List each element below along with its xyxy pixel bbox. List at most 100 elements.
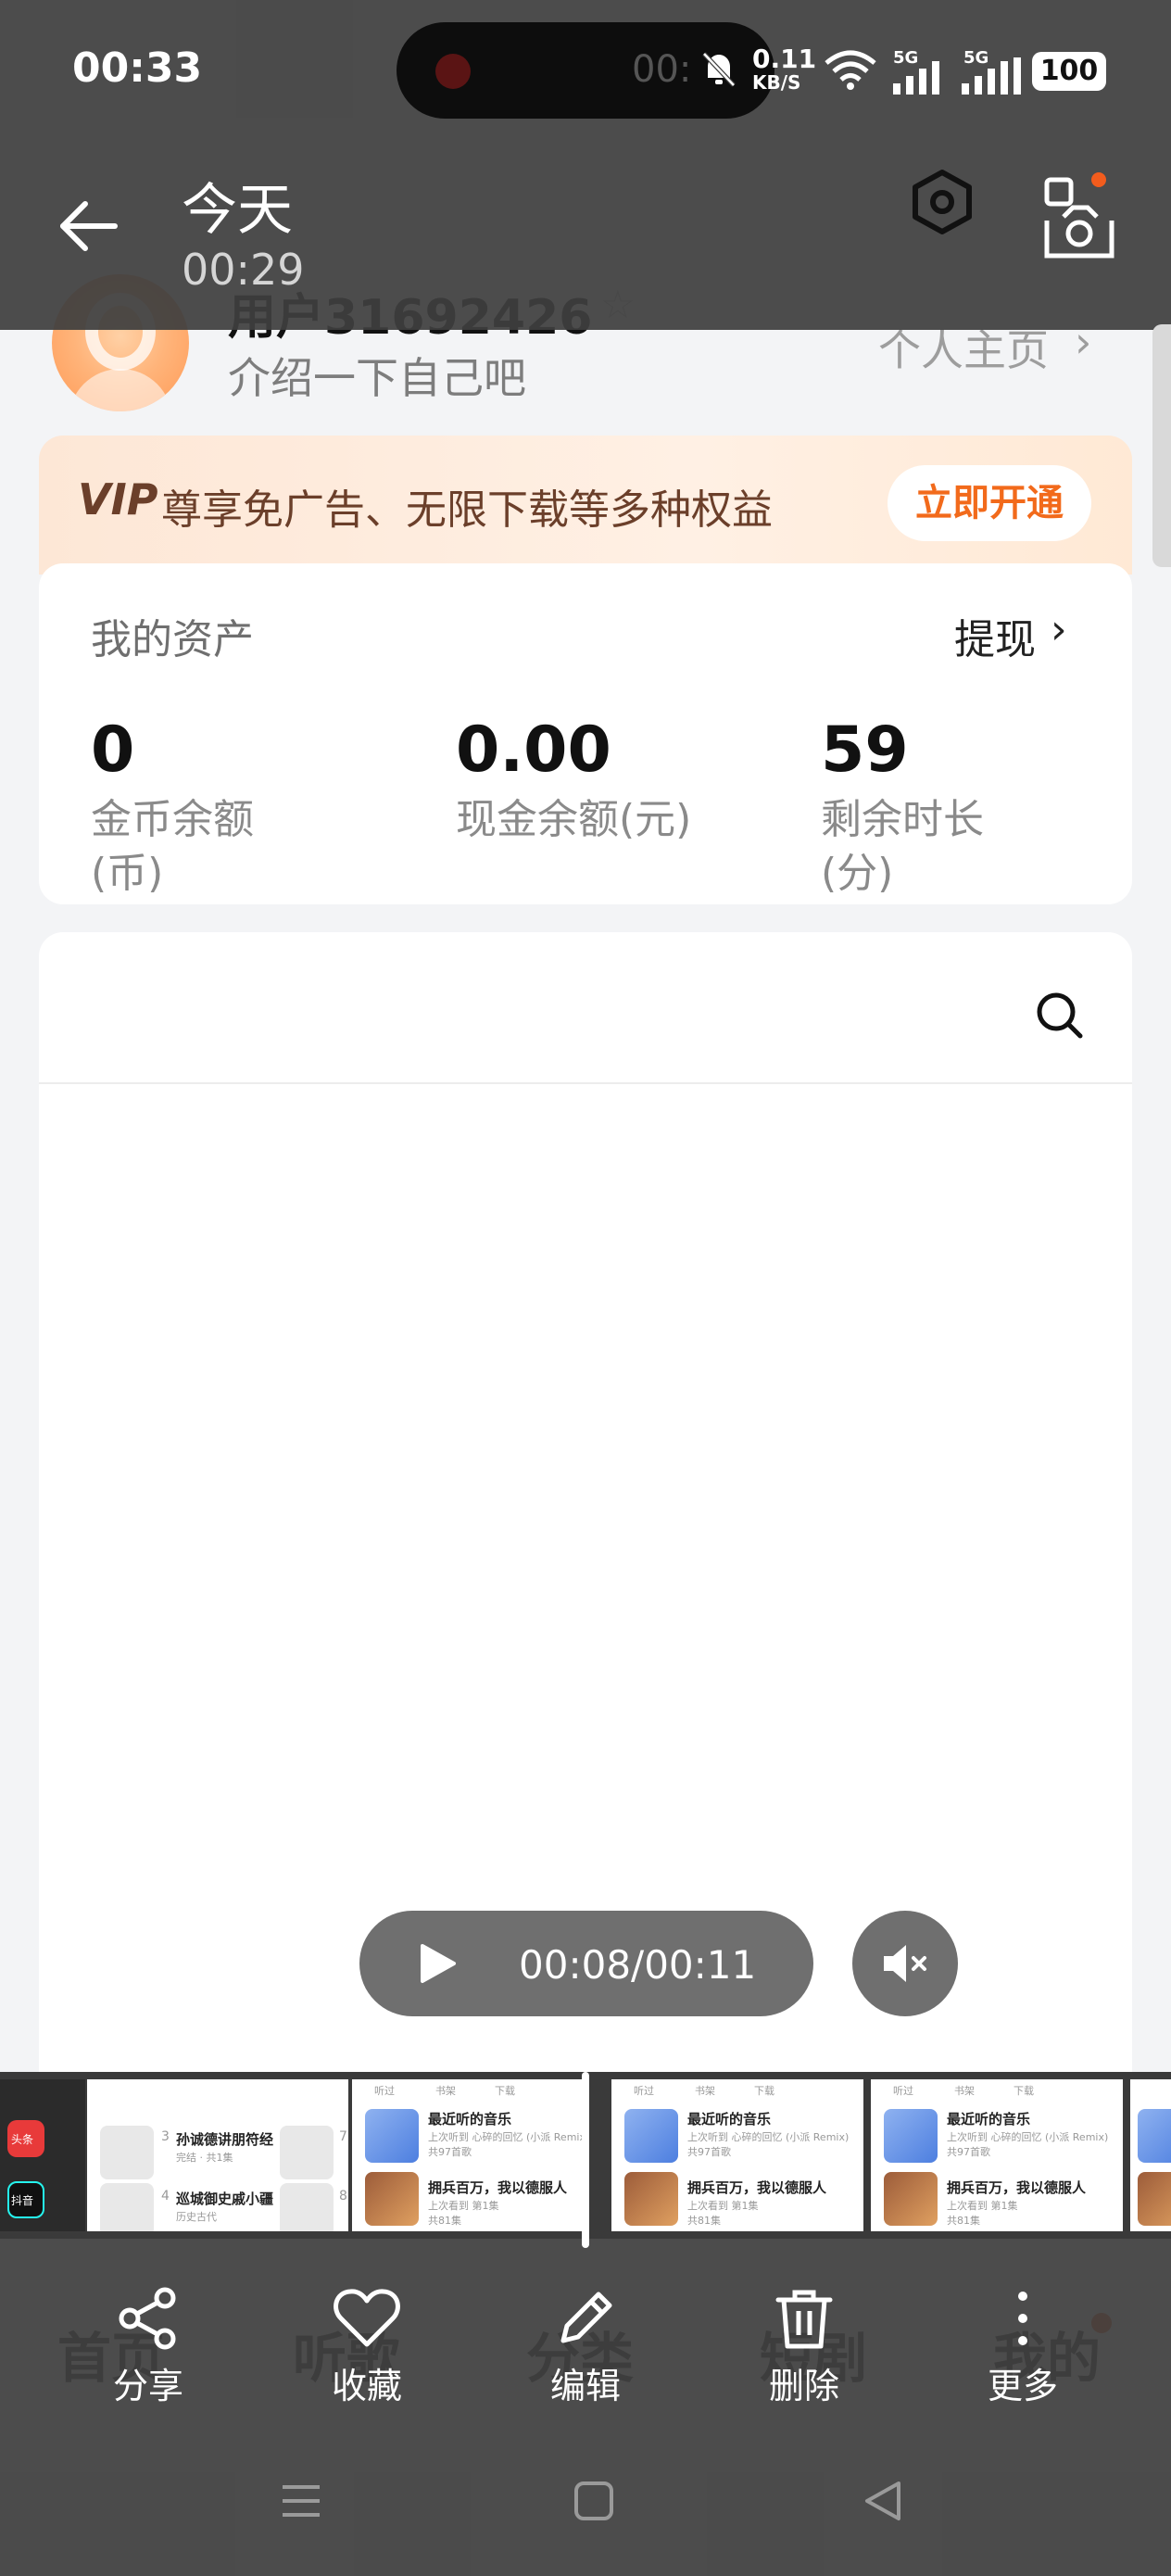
- coin-balance-value[interactable]: 0: [91, 713, 134, 787]
- home-nav-icon[interactable]: [573, 2480, 615, 2526]
- screenshot-camera-icon[interactable]: [1043, 172, 1115, 269]
- edit-label: 编辑: [549, 2366, 621, 2406]
- net-speed: 0.11 KB/S: [752, 44, 817, 94]
- row-rank: 8: [339, 2189, 347, 2203]
- film-frame: 听过 书架 下载 最近听的音乐 上次听到 心碎的回忆 (小派 Remix) 共9…: [352, 2079, 582, 2231]
- signal-bars-icon: [891, 57, 951, 98]
- row-count: 共97首歌: [687, 2146, 731, 2158]
- pencil-icon: [560, 2292, 612, 2343]
- edge-handle[interactable]: [1152, 324, 1171, 567]
- row-title: 最近听的音乐: [947, 2111, 1031, 2128]
- record-indicator-icon: [435, 54, 471, 89]
- remaining-time-label: 剩余时长 (分): [821, 793, 984, 901]
- thumbnail: [280, 2126, 334, 2179]
- back-nav-icon[interactable]: [862, 2480, 904, 2526]
- share-button[interactable]: 分享: [83, 2285, 213, 2408]
- cash-balance-value[interactable]: 0.00: [456, 713, 611, 787]
- row-title: 拥兵百万，我以德服人: [947, 2179, 1087, 2196]
- edit-button[interactable]: 编辑: [521, 2285, 650, 2408]
- film-tab: 书架: [954, 2085, 975, 2097]
- music-cover-thumbnail: [1138, 2109, 1171, 2163]
- row-rank: 4: [161, 2189, 170, 2203]
- row-count: 共81集: [687, 2215, 721, 2227]
- film-frame: 头条 抖音: [0, 2079, 85, 2231]
- battery-indicator: 100: [1032, 52, 1106, 91]
- vip-activate-button[interactable]: 立即开通: [888, 465, 1091, 541]
- coin-balance-label-line1: 金币余额: [91, 796, 254, 843]
- heart-icon: [334, 2289, 400, 2347]
- remaining-time-value[interactable]: 59: [821, 713, 909, 787]
- row-title: 巡城御史戚小疆: [176, 2191, 274, 2207]
- bell-muted-icon: [697, 46, 741, 95]
- film-frame: 听过 书架 下载 最近听的音乐 上次听到 心碎的回忆 (小派 Remix) 共9…: [611, 2079, 863, 2231]
- row-rank: 7: [339, 2129, 347, 2144]
- withdraw-link[interactable]: 提现: [954, 606, 1036, 665]
- content-card: [39, 932, 1132, 2081]
- film-tab: 听过: [893, 2085, 913, 2097]
- film-tab: 下载: [1014, 2085, 1034, 2097]
- row-title: 孙诚德讲朋符经: [176, 2131, 274, 2148]
- favorite-label: 收藏: [331, 2366, 402, 2406]
- play-icon[interactable]: [417, 1942, 458, 1989]
- header-subtitle: 00:29: [182, 245, 305, 295]
- thumbnail: [280, 2183, 334, 2231]
- share-icon: [119, 2287, 176, 2350]
- app-label-douyin: 抖音: [11, 2194, 34, 2207]
- row-title: 拥兵百万，我以德服人: [687, 2179, 827, 2196]
- film-tab: 听过: [374, 2085, 395, 2097]
- timeline-playhead[interactable]: [582, 2072, 589, 2248]
- coin-balance-label: 金币余额 (币): [91, 793, 254, 901]
- row-count: 共97首歌: [428, 2146, 472, 2158]
- thumbnail: [100, 2126, 154, 2179]
- assets-title: 我的资产: [91, 616, 254, 663]
- trash-icon: [775, 2290, 833, 2349]
- row-count: 共81集: [947, 2215, 980, 2227]
- more-button[interactable]: 更多: [958, 2285, 1088, 2408]
- drama-cover-thumbnail: [1138, 2172, 1171, 2226]
- row-title: 最近听的音乐: [687, 2111, 772, 2128]
- row-sub: 历史古代: [176, 2211, 217, 2223]
- menu-nav-icon[interactable]: [280, 2480, 322, 2526]
- cash-balance-label-line1: 现金余额(元): [456, 796, 692, 843]
- drama-cover-thumbnail: [624, 2172, 678, 2226]
- delete-button[interactable]: 删除: [739, 2285, 869, 2408]
- row-sub: 上次听到 心碎的回忆 (小派 Remix): [428, 2131, 582, 2143]
- settings-hexagon-icon[interactable]: [910, 169, 975, 239]
- net-speed-unit: KB/S: [752, 71, 801, 94]
- search-icon[interactable]: [1034, 990, 1086, 1042]
- row-rank: 3: [161, 2129, 170, 2144]
- more-vertical-icon: [1018, 2292, 1027, 2345]
- vip-text: 尊享免广告、无限下载等多种权益: [161, 486, 773, 534]
- film-tab: 下载: [495, 2085, 515, 2097]
- row-title: 最近听的音乐: [428, 2111, 512, 2128]
- avatar-shoulders-shape: [69, 369, 172, 411]
- row-sub: 完结 · 共1集: [176, 2152, 233, 2164]
- row-count: 共81集: [428, 2215, 461, 2227]
- delete-label: 删除: [768, 2366, 839, 2406]
- film-tab: 书架: [695, 2085, 715, 2097]
- header-title: 今天: [182, 178, 293, 243]
- row-sub: 上次看到 第1集: [947, 2200, 1018, 2212]
- row-sub: 上次看到 第1集: [687, 2200, 759, 2212]
- remaining-time-label-line2: (分): [821, 850, 894, 897]
- coin-balance-label-line2: (币): [91, 850, 164, 897]
- row-sub: 上次看到 第1集: [428, 2200, 499, 2212]
- back-arrow-icon[interactable]: [57, 198, 120, 258]
- app-label-toutiao: 头条: [11, 2133, 34, 2146]
- film-tab: 听过: [634, 2085, 654, 2097]
- chevron-right-icon: ›: [1051, 606, 1067, 653]
- status-time: 00:33: [72, 44, 203, 92]
- volume-muted-icon: [882, 1942, 930, 1989]
- playback-time: 00:08/00:11: [519, 1942, 757, 1988]
- net-speed-value: 0.11: [752, 44, 817, 74]
- profile-intro[interactable]: 介绍一下自己吧: [228, 345, 526, 406]
- cash-balance-label: 现金余额(元): [456, 793, 691, 847]
- wifi-icon: [823, 48, 878, 95]
- share-label: 分享: [112, 2366, 183, 2406]
- drama-cover-thumbnail: [365, 2172, 419, 2226]
- film-tab: 下载: [754, 2085, 774, 2097]
- remaining-time-label-line1: 剩余时长: [821, 796, 984, 843]
- music-cover-thumbnail: [884, 2109, 938, 2163]
- favorite-button[interactable]: 收藏: [302, 2285, 432, 2408]
- film-tab: 书架: [435, 2085, 456, 2097]
